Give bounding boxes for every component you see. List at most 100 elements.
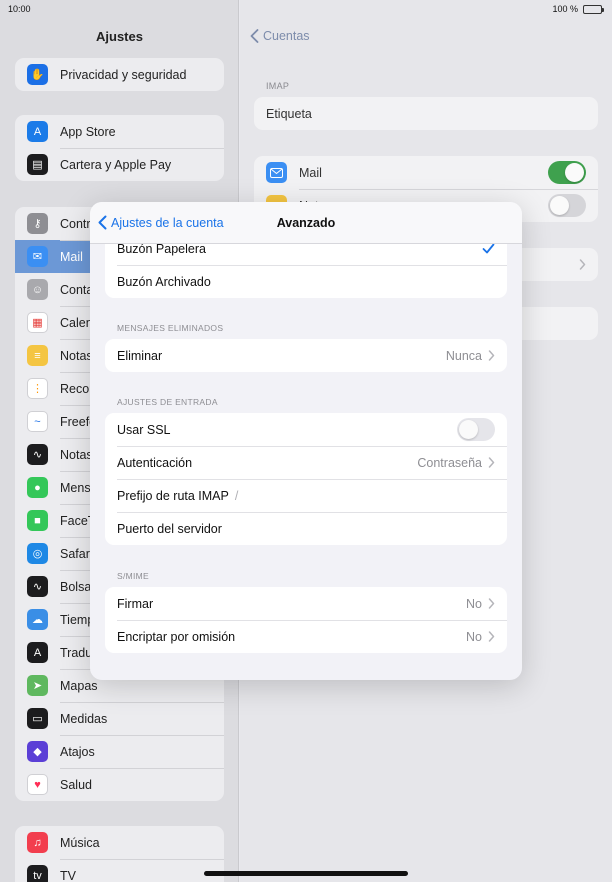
advanced-settings-modal: Ajustes de la cuenta Avanzado Buzón Pape… xyxy=(90,202,522,680)
status-bar: 10:00 100 % xyxy=(0,0,612,18)
service-label-mail: Mail xyxy=(299,165,322,180)
stocks-icon: ∿ xyxy=(27,576,48,597)
sidebar-item-label: Privacidad y seguridad xyxy=(60,67,187,82)
sidebar-item-label: Bolsa xyxy=(60,579,92,594)
authentication-value: Contraseña xyxy=(417,455,482,470)
sidebar-item-label: Contr xyxy=(60,216,91,231)
sidebar-item-cartera-y-apple-pay[interactable]: ▤ Cartera y Apple Pay xyxy=(15,148,224,181)
sidebar-item-label: Conta xyxy=(60,282,94,297)
heart-icon: ♥ xyxy=(27,774,48,795)
account-card[interactable]: Etiqueta xyxy=(254,97,598,130)
imap-path-prefix-row[interactable]: Prefijo de ruta IMAP / xyxy=(105,479,507,512)
safari-icon: ◎ xyxy=(27,543,48,564)
remove-label: Eliminar xyxy=(117,348,163,363)
sidebar-item-app-store[interactable]: A App Store xyxy=(15,115,224,148)
sidebar-item-label: Atajos xyxy=(60,744,95,759)
sidebar-item-label: Notas xyxy=(60,348,93,363)
chevron-right-icon xyxy=(488,457,495,468)
wallet-icon: ▤ xyxy=(27,154,48,175)
sidebar-item-label: Mapas xyxy=(60,678,98,693)
encrypt-by-default-value: No xyxy=(466,629,482,644)
sidebar-item-tv[interactable]: tv TV xyxy=(15,859,224,882)
sidebar-item-label: Recor xyxy=(60,381,94,396)
sidebar-item-label: Mail xyxy=(60,249,83,264)
translate-icon: A xyxy=(27,642,48,663)
use-ssl-row: Usar SSL xyxy=(105,413,507,446)
server-port-row[interactable]: Puerto del servidor xyxy=(105,512,507,545)
server-port-label: Puerto del servidor xyxy=(117,521,222,536)
sign-row[interactable]: Firmar No xyxy=(105,587,507,620)
back-to-accounts-button[interactable]: Cuentas xyxy=(250,29,310,43)
use-ssl-toggle[interactable] xyxy=(457,418,495,441)
chevron-right-icon xyxy=(579,259,586,270)
sidebar-item-label: Mens xyxy=(60,480,91,495)
section-label-deleted: MENSAJES ELIMINADOS xyxy=(117,323,224,333)
section-label-incoming: AJUSTES DE ENTRADA xyxy=(117,397,218,407)
mail-toggle[interactable] xyxy=(548,161,586,184)
sidebar-item-label: Safar xyxy=(60,546,90,561)
remove-value: Nunca xyxy=(445,348,482,363)
modal-header: Ajustes de la cuenta Avanzado xyxy=(90,202,522,244)
status-time: 10:00 xyxy=(8,4,31,14)
appstore-icon: A xyxy=(27,121,48,142)
imap-path-prefix-field[interactable]: / xyxy=(235,489,238,503)
calendar-icon: ▦ xyxy=(27,312,48,333)
archive-mailbox-row[interactable]: Buzón Archivado xyxy=(105,265,507,298)
notes-toggle[interactable] xyxy=(548,194,586,217)
sidebar-item-label: Salud xyxy=(60,777,92,792)
status-right: 100 % xyxy=(552,4,604,14)
shortcuts-icon: ◆ xyxy=(27,741,48,762)
freeform-icon: ~ xyxy=(27,411,48,432)
music-icon: ♫ xyxy=(27,832,48,853)
section-label-imap: IMAP xyxy=(266,81,290,91)
sidebar-item-label: Tradu xyxy=(60,645,93,660)
sign-label: Firmar xyxy=(117,596,154,611)
sidebar-item-label: Notas xyxy=(60,447,93,462)
sidebar-group: ♫ Música tv TV xyxy=(15,826,224,882)
archive-mailbox-label: Buzón Archivado xyxy=(117,274,211,289)
sidebar-group: ✋ Privacidad y seguridad xyxy=(15,58,224,91)
remove-row[interactable]: Eliminar Nunca xyxy=(105,339,507,372)
chevron-left-icon xyxy=(98,215,107,230)
account-label: Etiqueta xyxy=(266,106,312,121)
voice-memos-icon: ∿ xyxy=(27,444,48,465)
encrypt-by-default-row[interactable]: Encriptar por omisión No xyxy=(105,620,507,653)
account-label-row[interactable]: Etiqueta xyxy=(254,97,598,130)
deleted-messages-card: Eliminar Nunca xyxy=(105,339,507,372)
toggle-knob xyxy=(550,196,569,215)
toggle-knob xyxy=(459,420,478,439)
sidebar-item-medidas[interactable]: ▭ Medidas xyxy=(15,702,224,735)
sidebar-item-label: Calen xyxy=(60,315,93,330)
battery-icon xyxy=(583,4,604,14)
authentication-row[interactable]: Autenticación Contraseña xyxy=(105,446,507,479)
sign-value: No xyxy=(466,596,482,611)
maps-icon: ➤ xyxy=(27,675,48,696)
sidebar-item-atajos[interactable]: ◆ Atajos xyxy=(15,735,224,768)
toggle-knob xyxy=(565,163,584,182)
key-icon: ⚷ xyxy=(27,213,48,234)
sidebar-item-label: Medidas xyxy=(60,711,108,726)
notes-icon: ≡ xyxy=(27,345,48,366)
imap-path-prefix-label: Prefijo de ruta IMAP xyxy=(117,488,229,503)
service-row-mail[interactable]: Mail xyxy=(254,156,598,189)
mail-icon: ✉ xyxy=(27,246,48,267)
sidebar-title: Ajustes xyxy=(96,29,143,44)
contacts-icon: ☺ xyxy=(27,279,48,300)
measure-icon: ▭ xyxy=(27,708,48,729)
sidebar-item-música[interactable]: ♫ Música xyxy=(15,826,224,859)
reminders-icon: ⋮ xyxy=(27,378,48,399)
smime-card: Firmar No Encriptar por omisión No xyxy=(105,587,507,653)
back-to-account-settings-button[interactable]: Ajustes de la cuenta xyxy=(98,215,224,230)
sidebar-item-privacidad-y-seguridad[interactable]: ✋ Privacidad y seguridad xyxy=(15,58,224,91)
hand-icon: ✋ xyxy=(27,64,48,85)
sidebar-item-label: Cartera y Apple Pay xyxy=(60,157,172,172)
encrypt-by-default-label: Encriptar por omisión xyxy=(117,629,236,644)
authentication-label: Autenticación xyxy=(117,455,193,470)
section-label-smime: S/MIME xyxy=(117,571,150,581)
sidebar-item-salud[interactable]: ♥ Salud xyxy=(15,768,224,801)
sidebar-item-label: TV xyxy=(60,868,76,882)
home-indicator[interactable] xyxy=(204,871,408,876)
mail-icon xyxy=(266,162,287,183)
messages-icon: ● xyxy=(27,477,48,498)
tv-icon: tv xyxy=(27,865,48,882)
